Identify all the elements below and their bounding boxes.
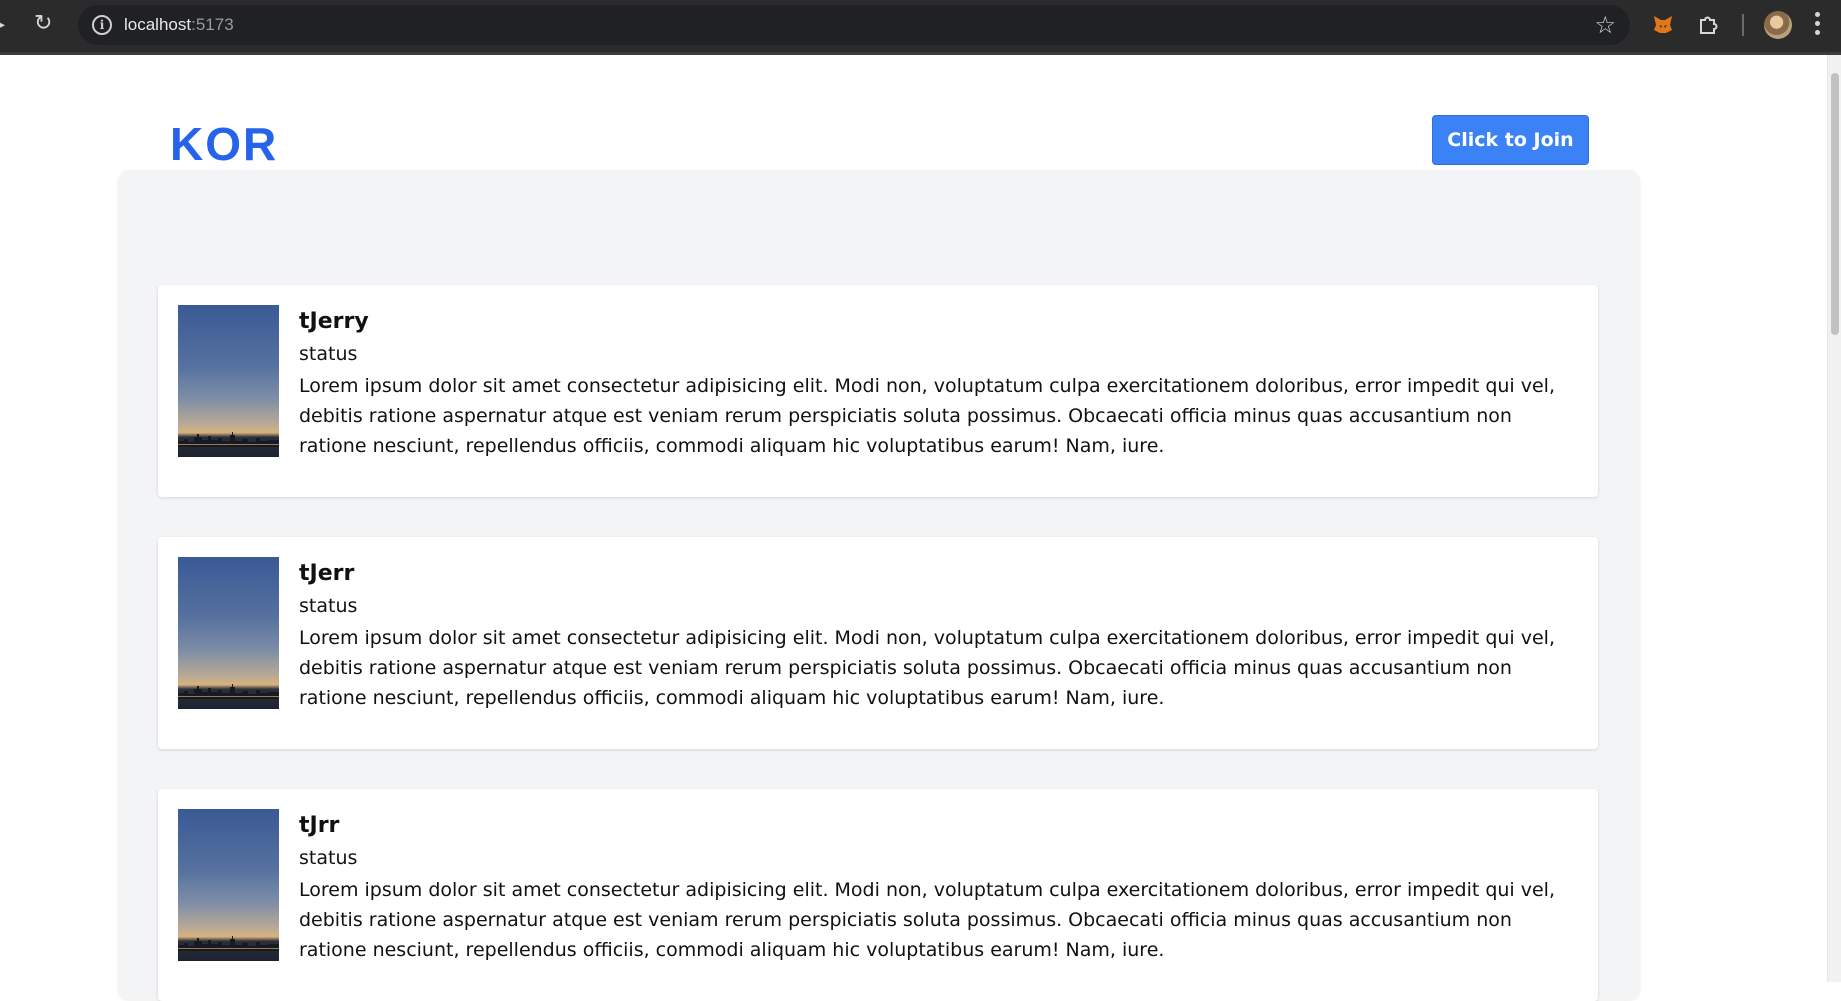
post-username: tJrr	[299, 813, 340, 838]
post-username: tJerr	[299, 561, 355, 586]
post-username: tJerry	[299, 309, 369, 334]
post-body: Lorem ipsum dolor sit amet consectetur a…	[299, 375, 1556, 457]
post-body: Lorem ipsum dolor sit amet consectetur a…	[299, 879, 1556, 961]
post-image	[178, 809, 279, 961]
metamask-fox-icon[interactable]	[1652, 13, 1674, 35]
post-status: status	[299, 595, 358, 617]
post-status: status	[299, 847, 358, 869]
post-body: Lorem ipsum dolor sit amet consectetur a…	[299, 627, 1556, 709]
site-logo[interactable]: KOR	[170, 117, 278, 171]
city-skyline-graphic	[178, 684, 279, 699]
url-text[interactable]: localhost:5173	[124, 15, 234, 35]
post-image	[178, 557, 279, 709]
toolbar-divider	[1742, 14, 1744, 36]
join-button[interactable]: Click to Join	[1432, 115, 1589, 165]
post-image	[178, 305, 279, 457]
reload-icon[interactable]: ↻	[34, 12, 52, 36]
post-status: status	[299, 343, 358, 365]
posts-panel: tJerry status Lorem ipsum dolor sit amet…	[118, 170, 1640, 1001]
post-card: tJerry status Lorem ipsum dolor sit amet…	[158, 285, 1598, 497]
address-bar[interactable]: i localhost:5173 ☆	[78, 5, 1630, 45]
profile-avatar[interactable]	[1764, 11, 1792, 39]
post-card: tJerr status Lorem ipsum dolor sit amet …	[158, 537, 1598, 749]
extensions-puzzle-icon[interactable]	[1697, 12, 1721, 36]
page-scrollbar[interactable]	[1827, 55, 1841, 982]
browser-menu-icon[interactable]	[1815, 12, 1821, 38]
scrollbar-thumb[interactable]	[1831, 73, 1839, 335]
city-skyline-graphic	[178, 432, 279, 447]
post-card: tJrr status Lorem ipsum dolor sit amet c…	[158, 789, 1598, 1001]
browser-chrome: ▸ ↻ i localhost:5173 ☆	[0, 0, 1841, 55]
bookmark-star-icon[interactable]: ☆	[1594, 11, 1616, 39]
browser-toolbar: ▸ ↻ i localhost:5173 ☆	[0, 0, 1841, 52]
forward-icon[interactable]: ▸	[0, 13, 5, 37]
page-content: KOR Click to Join tJerry status Lorem ip…	[0, 55, 1841, 1001]
site-info-icon[interactable]: i	[92, 15, 112, 35]
city-skyline-graphic	[178, 936, 279, 951]
